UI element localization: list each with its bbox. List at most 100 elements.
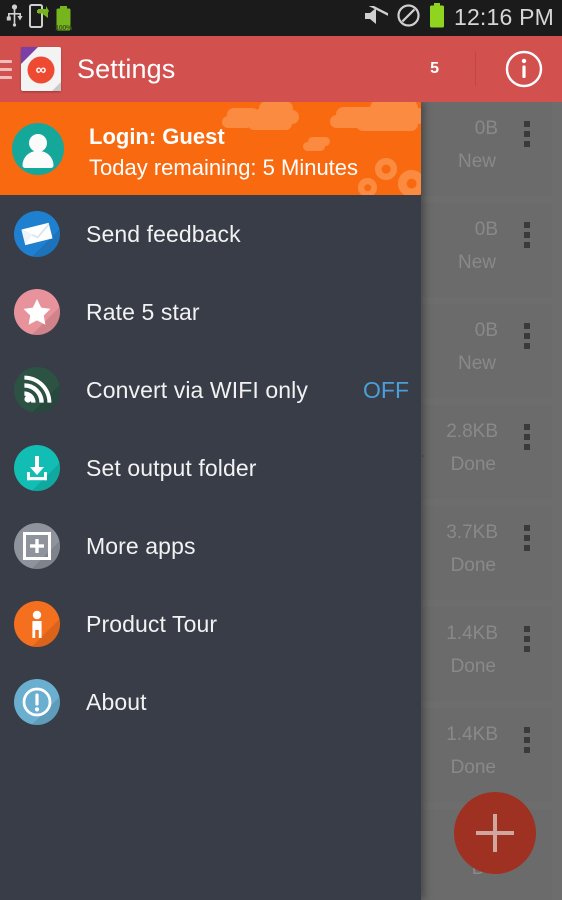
overflow-menu-icon[interactable] <box>524 121 530 147</box>
status-bar: 100% 12:16 PM <box>0 0 562 36</box>
list-item-status: Done <box>450 656 496 677</box>
cloud-decoration <box>356 117 418 131</box>
list-item-status: Done <box>450 454 496 475</box>
list-item-status: New <box>457 151 496 172</box>
mute-icon <box>364 2 391 31</box>
drawer-item-label: More apps <box>86 532 196 559</box>
page-title: Settings <box>77 53 176 84</box>
gear-decoration <box>358 178 377 195</box>
usb-icon <box>6 4 23 32</box>
overflow-dot <box>524 444 530 450</box>
list-item-size: 1.4KB <box>446 623 498 644</box>
wifi-icon-glyph <box>14 367 60 413</box>
wifi-icon <box>14 367 60 413</box>
status-bar-left-icons: 100% <box>0 3 72 33</box>
overflow-dot <box>524 121 530 127</box>
remaining-time-label: Today remaining: 5 Minutes <box>89 155 359 180</box>
overflow-dot <box>524 525 530 531</box>
drawer-item-about[interactable]: About <box>0 663 421 741</box>
overflow-menu-icon[interactable] <box>524 424 530 450</box>
envelope-icon <box>14 211 60 257</box>
logo-fold-shape <box>52 82 61 91</box>
exclamation-icon-glyph <box>14 679 60 725</box>
overflow-menu-icon[interactable] <box>524 525 530 551</box>
overflow-dot <box>524 636 530 642</box>
login-label: Login: Guest <box>89 124 225 149</box>
battery-charging-icon: 100% <box>55 5 72 32</box>
info-icon[interactable] <box>504 49 544 89</box>
drawer-item-set-output-folder[interactable]: Set output folder <box>0 429 421 507</box>
drawer-header[interactable]: Login: Guest Today remaining: 5 Minutes <box>0 102 421 195</box>
overflow-dot <box>524 727 530 733</box>
drawer-item-label: Send feedback <box>86 220 241 247</box>
list-item-status: New <box>457 252 496 273</box>
add-fab-button[interactable] <box>454 792 536 874</box>
overflow-dot <box>524 646 530 652</box>
cloud-decoration <box>303 142 325 151</box>
status-bar-clock: 12:16 PM <box>453 3 554 30</box>
drawer-item-more-apps[interactable]: More apps <box>0 507 421 585</box>
overflow-dot <box>524 434 530 440</box>
overflow-dot <box>524 323 530 329</box>
overflow-dot <box>524 424 530 430</box>
status-bar-right-icons: 12:16 PM <box>364 2 562 33</box>
download-icon <box>14 445 60 491</box>
hamburger-line <box>0 59 12 63</box>
list-item-size: 1.4KB <box>446 724 498 745</box>
gear-decoration <box>398 170 421 195</box>
drawer-menu-list: Send feedback Rate 5 star Convert via WIFI… <box>0 195 421 741</box>
star-icon <box>14 289 60 335</box>
drawer-item-label: Convert via WIFI only <box>86 376 308 403</box>
exclamation-icon <box>14 679 60 725</box>
app-bar: ∞ Settings 5 <box>0 36 562 102</box>
logo-infinity-glyph: ∞ <box>27 56 55 84</box>
list-item-size: 0B <box>474 320 498 341</box>
drawer-item-product-tour[interactable]: Product Tour <box>0 585 421 663</box>
person-icon <box>14 601 60 647</box>
app-screen: 0BNew0BNew0BNew...2.8KBDone.3.7KBDone..1… <box>0 0 562 900</box>
overflow-dot <box>524 747 530 753</box>
star-icon-glyph <box>14 289 60 335</box>
overflow-menu-icon[interactable] <box>524 626 530 652</box>
hamburger-line <box>0 75 12 79</box>
overflow-dot <box>524 232 530 238</box>
overflow-dot <box>524 141 530 147</box>
phone-transfer-icon <box>29 3 49 33</box>
person-icon-glyph <box>14 601 60 647</box>
add-box-icon <box>14 523 60 569</box>
do-not-disturb-icon <box>397 4 420 32</box>
overflow-dot <box>524 535 530 541</box>
overflow-dot <box>524 222 530 228</box>
overflow-menu-icon[interactable] <box>524 323 530 349</box>
list-item-size: 0B <box>474 118 498 139</box>
list-item-status: New <box>457 353 496 374</box>
add-box-icon-glyph <box>14 523 60 569</box>
gear-decoration <box>375 158 397 180</box>
navigation-drawer: Login: Guest Today remaining: 5 Minutes … <box>0 102 421 900</box>
app-bar-divider <box>475 52 476 86</box>
battery-icon <box>429 3 445 33</box>
status-badge: 5 <box>430 60 439 77</box>
overflow-dot <box>524 242 530 248</box>
drawer-item-value[interactable]: OFF <box>363 377 409 404</box>
list-item-size: 0B <box>474 219 498 240</box>
list-item-status: Done <box>450 555 496 576</box>
overflow-dot <box>524 737 530 743</box>
drawer-item-label: Set output folder <box>86 454 257 481</box>
drawer-item-convert-via-wifi-only[interactable]: Convert via WIFI only OFF <box>0 351 421 429</box>
avatar-body <box>22 151 54 168</box>
drawer-item-label: About <box>86 688 147 715</box>
avatar-head <box>29 134 47 152</box>
hamburger-icon[interactable] <box>0 59 12 79</box>
overflow-menu-icon[interactable] <box>524 727 530 753</box>
cloud-decoration <box>248 118 292 130</box>
overflow-dot <box>524 626 530 632</box>
drawer-item-rate-5-star[interactable]: Rate 5 star <box>0 273 421 351</box>
overflow-dot <box>524 333 530 339</box>
overflow-dot <box>524 131 530 137</box>
plus-icon-vertical <box>493 814 497 852</box>
drawer-item-send-feedback[interactable]: Send feedback <box>0 195 421 273</box>
list-item-size: 3.7KB <box>446 522 498 543</box>
overflow-menu-icon[interactable] <box>524 222 530 248</box>
list-item-size: 2.8KB <box>446 421 498 442</box>
